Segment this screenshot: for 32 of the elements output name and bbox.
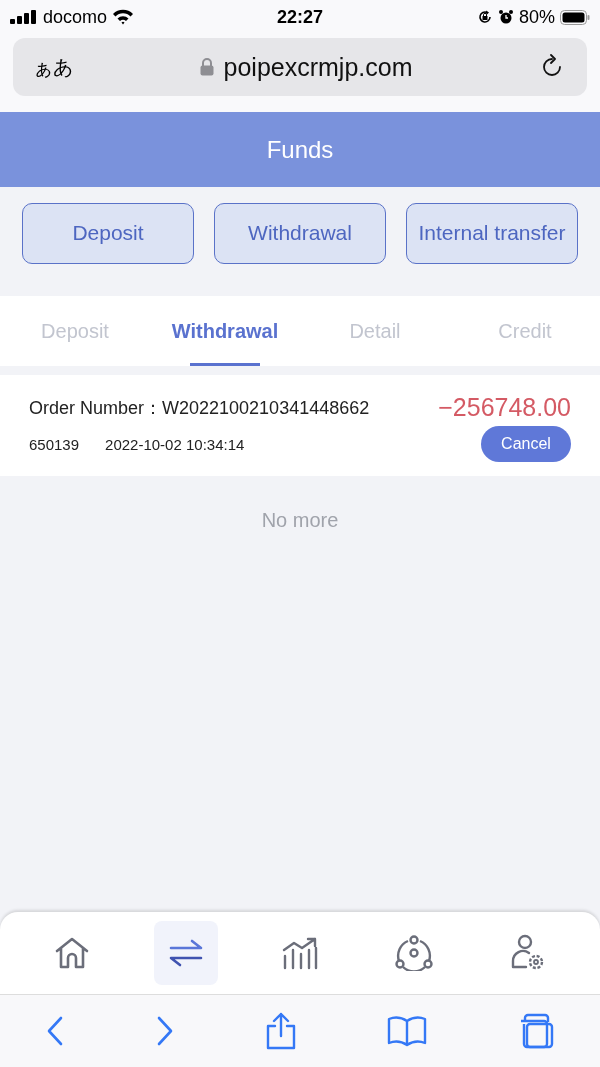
signal-icon	[10, 10, 38, 24]
nav-item[interactable]	[154, 921, 218, 985]
clock-time: 22:27	[276, 6, 323, 28]
share-icon[interactable]	[265, 1012, 297, 1050]
back-icon[interactable]	[45, 1015, 65, 1047]
chart-icon	[282, 936, 318, 970]
action-button[interactable]: Withdrawal	[214, 203, 386, 264]
user-settings-icon	[510, 934, 546, 972]
lock-icon	[199, 58, 214, 76]
address-bar[interactable]: ぁあ poipexcrmjp.com	[13, 38, 587, 96]
alarm-icon	[497, 9, 514, 25]
text-size-button[interactable]: ぁあ	[33, 53, 73, 81]
network-icon	[394, 935, 434, 971]
book-icon[interactable]	[387, 1015, 427, 1047]
home-icon	[54, 936, 90, 970]
forward-icon[interactable]	[155, 1015, 175, 1047]
rotation-lock-icon	[476, 9, 493, 25]
battery-percent: 80%	[518, 6, 555, 28]
battery-icon	[560, 9, 590, 25]
url-text: poipexcrmjp.com	[223, 52, 413, 82]
record-datetime: 2022-10-02 10:34:14	[105, 435, 245, 453]
cancel-button[interactable]: Cancel	[481, 426, 571, 462]
record-code: 650139	[29, 435, 80, 453]
amount: −256748.00	[438, 393, 571, 422]
wifi-icon	[112, 9, 135, 25]
page-title: Funds	[266, 135, 334, 164]
action-button[interactable]: Deposit	[22, 203, 194, 264]
carrier-name: docomo	[43, 6, 108, 28]
order-number: Order Number：W2022100210341448662	[29, 396, 370, 420]
end-note: No more	[260, 509, 340, 532]
action-button[interactable]: Internal transfer	[406, 203, 578, 264]
tab[interactable]: Withdrawal	[150, 296, 300, 366]
